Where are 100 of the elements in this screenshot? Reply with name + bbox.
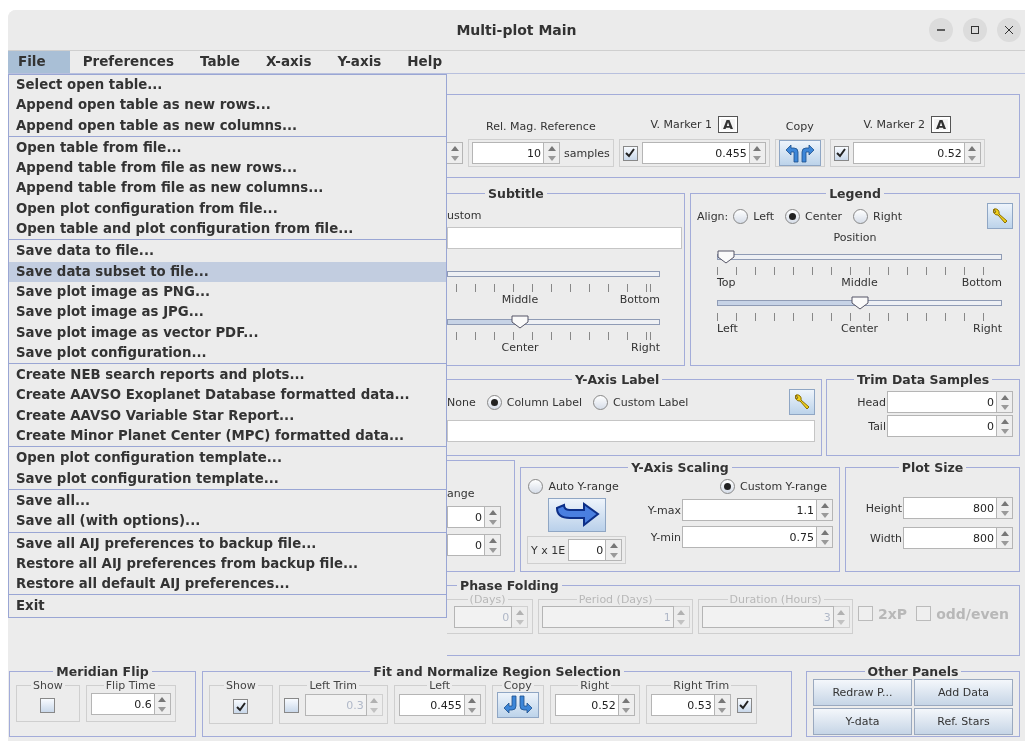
stepper-buttons[interactable] [485,506,501,528]
menu-tab[interactable]: Preferences [69,51,187,73]
number-field[interactable]: 1.1 [682,499,817,521]
radio-label: Custom Y-range [740,480,827,493]
number-field[interactable]: 0 [568,539,607,561]
menu-tab[interactable]: File [8,51,70,73]
menu-item[interactable]: Create Minor Planet Center (MPC) formatted data... [9,426,446,447]
number-field[interactable]: 0.6 [90,693,155,715]
slider-label: Right [973,322,1002,335]
panel-button[interactable]: Ref. Stars [914,708,1013,735]
menu-item[interactable]: Append open table as new columns... [9,115,446,136]
number-field[interactable]: 0.75 [682,526,817,548]
menu-item[interactable]: Restore all AIJ preferences from backup file... [9,553,446,575]
wrench-button[interactable] [987,203,1013,229]
menu-item[interactable]: Create AAVSO Variable Star Report... [9,405,446,427]
stepper-buttons[interactable] [544,142,560,164]
text-field[interactable] [447,227,682,249]
radio-button[interactable] [486,394,502,410]
number-field[interactable]: 0.455 [641,142,750,164]
number-field[interactable]: 0 [447,534,485,556]
number-field[interactable]: 10 [472,142,544,164]
radio-button[interactable] [593,394,608,410]
slider-thumb[interactable] [511,315,530,329]
menu-item[interactable]: Save data subset to file... [9,261,446,282]
number-field[interactable]: 0 [887,391,997,413]
stepper-buttons[interactable] [485,534,501,556]
number-field[interactable]: 0.52 [852,142,965,164]
menu-tab[interactable]: Table [187,51,254,73]
menu-item[interactable]: Open table from file... [9,137,446,159]
menu-item[interactable]: Save plot configuration template... [9,468,446,489]
radio-button[interactable] [720,479,735,494]
maximize-button[interactable] [963,18,987,42]
stepper-buttons[interactable] [997,497,1013,519]
number-field[interactable]: 0 [887,415,997,437]
menu-item[interactable]: Restore all default AIJ preferences... [9,574,446,595]
slider[interactable] [447,315,660,329]
radio-button[interactable] [853,208,869,224]
menu-item[interactable]: Open table and plot configuration from file... [9,219,446,240]
slider[interactable] [717,250,1002,264]
menu-item[interactable]: Save all... [9,490,446,512]
minimize-button[interactable] [929,18,953,42]
menu-tab[interactable]: Y-axis [324,51,395,73]
menu-tab[interactable]: Help [394,51,456,73]
checkbox[interactable] [833,145,849,161]
panel-button[interactable]: Y-data [813,708,912,735]
stepper-buttons[interactable] [997,415,1013,437]
number-field[interactable]: 0.53 [650,694,715,716]
menu-item[interactable]: Create AAVSO Exoplanet Database formatted data... [9,385,446,406]
stepper-buttons[interactable] [817,526,833,548]
panel-button[interactable]: Redraw P... [813,679,912,706]
menu-item[interactable]: Append open table as new rows... [9,95,446,116]
checkbox[interactable] [283,697,299,713]
field-label: Tail [868,419,886,433]
menu-item[interactable]: Save plot image as vector PDF... [9,322,446,343]
number-field[interactable]: 800 [903,527,997,549]
font-button[interactable]: A [718,116,739,133]
number-field[interactable]: 800 [903,497,997,519]
text-field[interactable] [447,420,815,442]
slider-label: Right [631,341,660,354]
copy-button[interactable] [496,692,539,718]
stepper-buttons[interactable] [606,539,623,561]
menu-tab[interactable]: X-axis [253,51,325,73]
slider-thumb[interactable] [850,296,869,310]
panel-title: Subtitle [487,187,545,201]
menu-item[interactable]: Select open table... [9,75,446,96]
font-button[interactable]: A [931,116,952,133]
number-field[interactable]: 0.52 [554,694,619,716]
menu-item[interactable]: Save data to file... [9,241,446,262]
field-label: Head [857,395,886,409]
number-field[interactable]: 0.455 [398,694,465,716]
number-field[interactable]: 0 [447,506,485,528]
menu-item[interactable]: Save plot image as JPG... [9,302,446,323]
checkbox[interactable] [622,145,638,161]
close-button[interactable] [997,18,1021,42]
panel-button[interactable]: Add Data [914,679,1013,706]
radio-button[interactable] [785,208,800,224]
menu-item[interactable]: Save all (with options)... [9,511,446,532]
wrench-button[interactable] [789,389,815,415]
checkbox[interactable] [233,699,249,714]
menu-item[interactable]: Save plot image as PNG... [9,281,446,303]
menu-item[interactable]: Create NEB search reports and plots... [9,365,446,386]
menu-item[interactable]: Save plot configuration... [9,342,446,364]
copy-button[interactable] [778,140,821,166]
menu-item[interactable]: Append table from file as new columns... [9,178,446,199]
menu-item[interactable]: Append table from file as new rows... [9,158,446,179]
menu-item[interactable]: Save all AIJ preferences to backup file... [9,533,446,554]
radio-button[interactable] [528,479,544,494]
stepper-buttons[interactable] [997,527,1013,549]
stepper-buttons[interactable] [997,391,1013,413]
menu-item[interactable]: Open plot configuration template... [9,448,446,469]
menu-item[interactable]: Exit [9,596,446,617]
checkbox[interactable] [40,698,56,713]
stepper-buttons[interactable] [817,499,833,521]
menu-item[interactable]: Open plot configuration from file... [9,198,446,220]
slider[interactable] [717,296,1002,310]
checkbox[interactable] [736,697,752,713]
stepper-buttons[interactable] [447,142,463,164]
apply-button[interactable] [547,498,606,532]
radio-button[interactable] [733,208,749,224]
slider-thumb[interactable] [717,250,735,264]
